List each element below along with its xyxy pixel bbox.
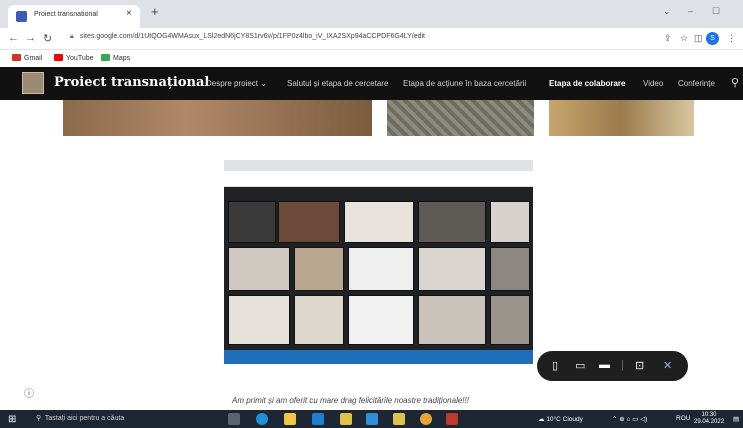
floating-preview-toolbar: ▯ ▭ ▬ | ⊡ ✕: [537, 351, 688, 381]
language-indicator[interactable]: ROU: [676, 415, 690, 422]
bookmark-star-icon[interactable]: ☆: [680, 33, 688, 44]
windows-start-icon[interactable]: ⊞: [8, 414, 16, 425]
image-caption: Am primit și am oferit cu mare drag feli…: [232, 396, 469, 405]
address-bar[interactable]: sites.google.com/d/1UtQOG4WMAsux_LSl2edN…: [80, 33, 425, 40]
site-favicon-icon: [16, 11, 27, 22]
participant-tile: [490, 247, 530, 291]
app-icon[interactable]: [340, 413, 352, 425]
participant-tile: [418, 201, 486, 243]
participant-tile: [278, 201, 340, 243]
participant-tile: [490, 201, 530, 243]
nav-salutul[interactable]: Salutul și etapa de cercetare: [287, 79, 388, 88]
nav-etapa-actiune[interactable]: Etapa de acțiune în baza cercetării: [403, 79, 526, 88]
forward-arrow-icon[interactable]: →: [25, 32, 36, 44]
weather-status[interactable]: ☁ 10°C Cloudy: [538, 415, 583, 423]
taskbar-search-input[interactable]: ⚲ Tastați aici pentru a căuta: [36, 414, 124, 422]
divider: |: [621, 359, 624, 371]
tab-search-icon[interactable]: ⌄: [663, 6, 671, 17]
participant-tile: [418, 247, 486, 291]
taskbar-clock[interactable]: 10:30 29.04.2022: [694, 412, 724, 426]
participant-tile: [228, 201, 276, 243]
app-icon[interactable]: [393, 413, 405, 425]
menu-icon[interactable]: ⋮: [727, 33, 736, 44]
maps-icon: [101, 54, 110, 61]
embedded-taskbar: [224, 350, 533, 364]
browser-toolbar: ← → ↻ 🔒︎ sites.google.com/d/1UtQOG4WMAsu…: [0, 28, 743, 50]
task-view-icon[interactable]: [228, 413, 240, 425]
tab-title: Proiect transnational: [34, 11, 98, 18]
comment-icon[interactable]: ⊡: [635, 359, 644, 372]
tablet-icon[interactable]: ▭: [575, 359, 585, 372]
participant-tile: [418, 295, 486, 345]
lock-icon[interactable]: 🔒︎: [70, 33, 74, 41]
new-tab-button[interactable]: +: [151, 4, 159, 19]
back-arrow-icon[interactable]: ←: [8, 32, 19, 44]
nav-video[interactable]: Video: [643, 79, 663, 88]
bookmark-maps[interactable]: Maps: [101, 54, 130, 62]
gmail-icon: [12, 54, 21, 61]
edge-icon[interactable]: [256, 413, 268, 425]
participant-tile: [228, 295, 290, 345]
embedded-bookmarks-bar: [224, 179, 533, 187]
photo-image[interactable]: [63, 100, 372, 136]
photo-image[interactable]: [549, 100, 694, 136]
notification-icon[interactable]: ▤: [733, 415, 739, 423]
minimize-button[interactable]: –: [688, 6, 693, 16]
close-icon[interactable]: ✕: [663, 359, 672, 372]
participant-tile: [228, 247, 290, 291]
tray-icons[interactable]: ⌃ ⊕ ⌂ ▭ ◁): [612, 415, 647, 423]
app-icon[interactable]: [446, 413, 458, 425]
maximize-button[interactable]: ☐: [712, 6, 720, 17]
browser-tab-bar: Proiect transnational × + ⌄ – ☐: [0, 0, 743, 28]
reload-icon[interactable]: ↻: [43, 32, 52, 45]
share-icon[interactable]: ⇪: [664, 33, 672, 44]
nav-conferinte[interactable]: Conferințe: [678, 79, 715, 88]
embedded-tab-bar: [224, 160, 533, 171]
participant-tile: [294, 295, 344, 345]
site-title[interactable]: Proiect transnațional: [54, 75, 209, 90]
photo-image[interactable]: [387, 100, 534, 136]
participant-tile: [344, 201, 414, 243]
browser-tab[interactable]: Proiect transnational ×: [8, 5, 140, 28]
bookmark-gmail[interactable]: Gmail: [12, 54, 42, 62]
windows-taskbar: ⊞ ⚲ Tastați aici pentru a căuta ☁ 10°C C…: [0, 410, 743, 428]
profile-avatar[interactable]: S: [706, 32, 719, 45]
site-navigation: Proiect transnațional Despre proiect ⌄ S…: [0, 67, 743, 100]
tab-close-icon[interactable]: ×: [126, 8, 132, 19]
bookmarks-bar: Gmail YouTube Maps: [0, 51, 743, 67]
meeting-grid: [224, 187, 533, 350]
youtube-icon: [54, 54, 63, 61]
participant-tile: [490, 295, 530, 345]
search-icon[interactable]: ⚲: [731, 76, 739, 89]
file-explorer-icon[interactable]: [284, 413, 296, 425]
sidebar-icon[interactable]: ◫: [694, 33, 703, 44]
phone-icon[interactable]: ▯: [552, 359, 558, 372]
participant-tile: [348, 295, 414, 345]
mail-icon[interactable]: [312, 413, 324, 425]
site-logo[interactable]: [22, 72, 44, 94]
info-icon[interactable]: ⓘ: [24, 385, 34, 400]
calendar-icon[interactable]: [366, 413, 378, 425]
chrome-icon[interactable]: [420, 413, 432, 425]
nav-etapa-colaborare[interactable]: Etapa de colaborare: [549, 79, 625, 88]
embedded-address-bar: [224, 171, 533, 179]
participant-tile: [294, 247, 344, 291]
desktop-icon[interactable]: ▬: [599, 359, 610, 371]
video-call-screenshot-image[interactable]: [224, 160, 533, 364]
bookmark-youtube[interactable]: YouTube: [54, 54, 94, 62]
nav-despre-proiect[interactable]: Despre proiect ⌄: [206, 79, 267, 88]
participant-tile: [348, 247, 414, 291]
